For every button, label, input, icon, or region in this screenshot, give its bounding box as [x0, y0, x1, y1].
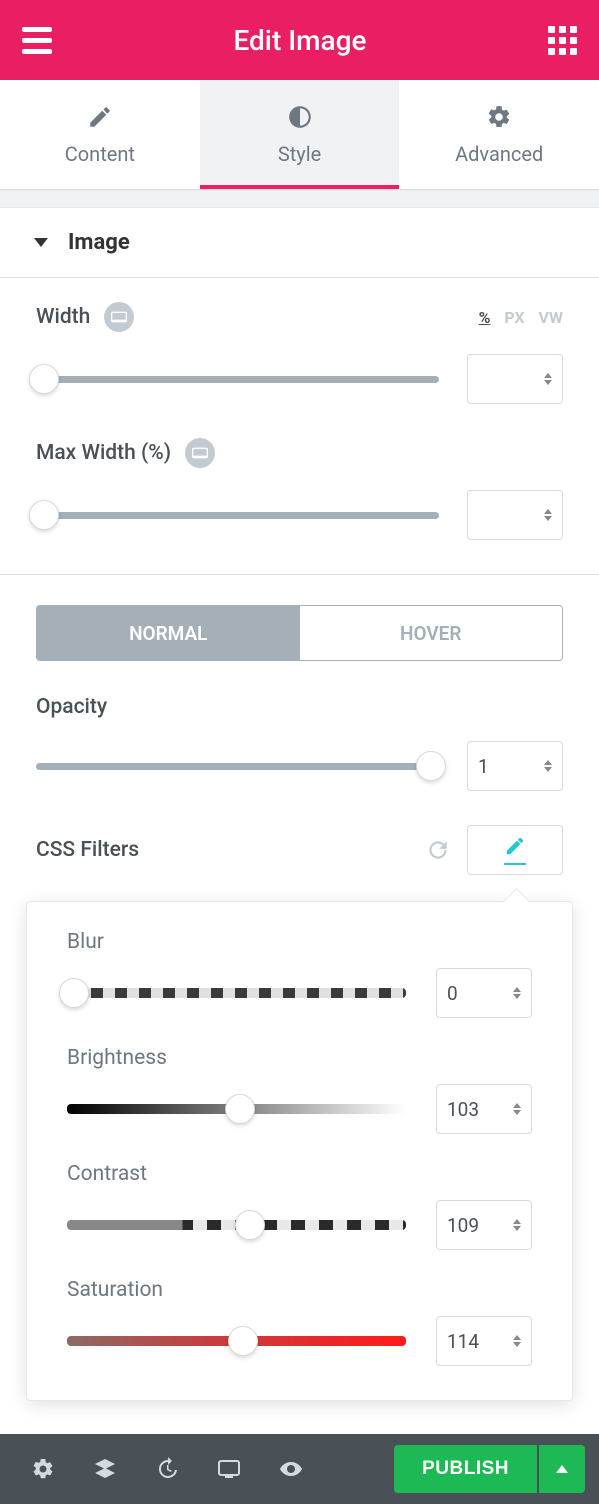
css-filters-popover: Blur 0 Brightness 10: [26, 901, 573, 1401]
blur-slider[interactable]: [67, 981, 406, 1005]
stepper-icon[interactable]: [513, 1335, 521, 1347]
control-opacity: Opacity 1: [36, 695, 563, 791]
saturation-value: 114: [447, 1330, 479, 1353]
brightness-label: Brightness: [67, 1046, 532, 1070]
stepper-icon[interactable]: [544, 760, 552, 772]
brightness-value: 103: [447, 1098, 479, 1121]
footer-history-icon[interactable]: [138, 1446, 196, 1492]
control-css-filters: CSS Filters: [36, 825, 563, 875]
header-title: Edit Image: [233, 24, 366, 57]
unit-percent[interactable]: %: [479, 308, 491, 327]
width-slider[interactable]: [36, 367, 439, 391]
blur-input[interactable]: 0: [436, 968, 532, 1018]
contrast-icon: [287, 104, 313, 130]
stepper-icon[interactable]: [513, 1103, 521, 1115]
css-filters-label: CSS Filters: [36, 838, 139, 862]
publish-dropdown[interactable]: [539, 1445, 585, 1493]
caret-up-icon: [556, 1465, 568, 1473]
opacity-value: 1: [478, 755, 489, 778]
blur-value: 0: [447, 982, 458, 1005]
style-panel: Width % PX VW Max Width (%): [0, 278, 599, 1433]
segment-hover[interactable]: HOVER: [300, 606, 563, 660]
saturation-input[interactable]: 114: [436, 1316, 532, 1366]
opacity-label: Opacity: [36, 695, 107, 719]
unit-px[interactable]: PX: [504, 308, 524, 327]
saturation-label: Saturation: [67, 1278, 532, 1302]
filter-blur: Blur 0: [67, 930, 532, 1018]
section-image-title: Image: [68, 230, 130, 255]
footer-responsive-icon[interactable]: [200, 1446, 258, 1492]
tab-advanced-label: Advanced: [455, 142, 543, 166]
stepper-icon[interactable]: [544, 373, 552, 385]
width-unit-switch: % PX VW: [479, 308, 563, 327]
hamburger-menu-icon[interactable]: [22, 27, 52, 54]
tab-style[interactable]: Style: [200, 80, 400, 189]
tab-content[interactable]: Content: [0, 80, 200, 189]
responsive-icon[interactable]: [185, 438, 215, 468]
contrast-slider[interactable]: [67, 1213, 406, 1237]
contrast-value: 109: [447, 1214, 479, 1237]
width-input[interactable]: [467, 354, 563, 404]
publish-group: PUBLISH: [394, 1445, 585, 1493]
unit-vw[interactable]: VW: [539, 308, 563, 327]
publish-button[interactable]: PUBLISH: [394, 1445, 537, 1493]
section-gap: [0, 190, 599, 208]
apps-grid-icon[interactable]: [548, 26, 577, 55]
brightness-input[interactable]: 103: [436, 1084, 532, 1134]
max-width-slider[interactable]: [36, 503, 439, 527]
state-segmented: NORMAL HOVER: [36, 605, 563, 661]
footer-preview-icon[interactable]: [262, 1446, 320, 1492]
blur-label: Blur: [67, 930, 532, 954]
control-max-width: Max Width (%): [36, 438, 563, 540]
filter-brightness: Brightness 103: [67, 1046, 532, 1134]
contrast-label: Contrast: [67, 1162, 532, 1186]
width-label: Width: [36, 305, 90, 329]
gear-icon: [486, 104, 512, 130]
stepper-icon[interactable]: [513, 1219, 521, 1231]
footer-settings-icon[interactable]: [14, 1446, 72, 1492]
chevron-down-icon: [34, 238, 48, 247]
editor-tabs: Content Style Advanced: [0, 80, 599, 190]
edit-pencil-icon: [504, 835, 526, 865]
tab-content-label: Content: [65, 142, 135, 166]
tab-advanced[interactable]: Advanced: [399, 80, 599, 189]
reset-icon[interactable]: [425, 837, 451, 863]
opacity-slider[interactable]: [36, 754, 439, 778]
brightness-slider[interactable]: [67, 1097, 406, 1121]
tab-style-label: Style: [278, 142, 321, 166]
max-width-label: Max Width (%): [36, 441, 171, 465]
edit-filters-button[interactable]: [467, 825, 563, 875]
stepper-icon[interactable]: [544, 509, 552, 521]
editor-header: Edit Image: [0, 0, 599, 80]
max-width-input[interactable]: [467, 490, 563, 540]
contrast-input[interactable]: 109: [436, 1200, 532, 1250]
segment-normal[interactable]: NORMAL: [37, 606, 300, 660]
control-width: Width % PX VW: [36, 302, 563, 404]
pencil-icon: [87, 104, 113, 130]
stepper-icon[interactable]: [513, 987, 521, 999]
filter-contrast: Contrast 109: [67, 1162, 532, 1250]
section-image-toggle[interactable]: Image: [0, 208, 599, 278]
saturation-slider[interactable]: [67, 1329, 406, 1353]
filter-saturation: Saturation 114: [67, 1278, 532, 1366]
editor-footer: PUBLISH: [0, 1434, 599, 1504]
opacity-input[interactable]: 1: [467, 741, 563, 791]
responsive-icon[interactable]: [104, 302, 134, 332]
footer-navigator-icon[interactable]: [76, 1446, 134, 1492]
